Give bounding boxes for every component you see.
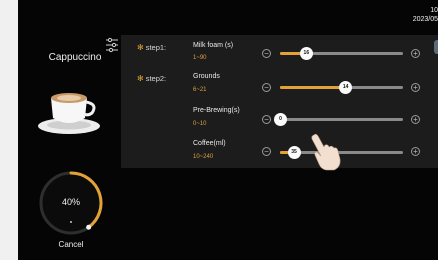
gear-icon: ✻ xyxy=(137,74,144,83)
increase-pre-brewing-button[interactable]: + xyxy=(411,115,420,124)
step-1-label: step1: xyxy=(145,43,167,52)
param-name-milk-foam: Milk foam (s) xyxy=(193,42,234,49)
step-2-label: step2: xyxy=(145,74,167,83)
drink-name: Cappuccino xyxy=(48,52,102,63)
param-range-coffee: 10~240 xyxy=(193,154,214,160)
clock-date: 2023/05 xyxy=(412,16,438,23)
gear-icon: ✻ xyxy=(137,43,144,52)
param-name-grounds: Grounds xyxy=(193,73,220,80)
param-name-coffee: Coffee(ml) xyxy=(193,140,226,147)
step-1: ✻ step1: xyxy=(137,43,166,52)
cancel-button[interactable]: Cancel xyxy=(36,240,106,249)
decrease-grounds-button[interactable]: − xyxy=(262,83,271,92)
param-range-pre-brewing: 0~10 xyxy=(193,121,207,127)
param-range-milk-foam: 1~90 xyxy=(193,55,207,61)
slider-knob[interactable]: 35 xyxy=(287,146,301,159)
slider-knob[interactable]: 0 xyxy=(274,113,287,126)
cappuccino-cup-icon xyxy=(38,93,100,134)
progress-percent: 40% xyxy=(61,197,80,207)
step-2: ✻ step2: xyxy=(137,74,166,83)
slider-knob[interactable]: 16 xyxy=(299,47,313,60)
increase-milk-foam-button[interactable]: + xyxy=(411,49,420,58)
decrease-pre-brewing-button[interactable]: − xyxy=(262,115,271,124)
param-range-grounds: 6~21 xyxy=(193,87,207,93)
side-tab-button[interactable] xyxy=(434,40,438,54)
pointing-hand-icon xyxy=(311,133,341,171)
param-name-pre-brewing: Pre-Brewing(s) xyxy=(193,107,240,114)
clock: 10 2023/05 xyxy=(413,6,438,24)
increase-coffee-button[interactable]: + xyxy=(411,147,420,156)
slider-fill xyxy=(280,86,346,89)
decrease-coffee-button[interactable]: − xyxy=(262,147,271,156)
settings-sliders-icon[interactable] xyxy=(105,37,119,53)
machine-screen: 10 2023/05 Cappuccino 40% Cancel ✻ step1… xyxy=(18,0,438,260)
slider-pre-brewing[interactable]: 0 xyxy=(274,113,403,126)
slider-grounds[interactable]: 14 xyxy=(280,81,403,94)
clock-time: 10 xyxy=(430,7,438,14)
decrease-milk-foam-button[interactable]: − xyxy=(262,49,271,58)
increase-grounds-button[interactable]: + xyxy=(411,83,420,92)
slider-milk-foam[interactable]: 16 xyxy=(280,47,403,60)
